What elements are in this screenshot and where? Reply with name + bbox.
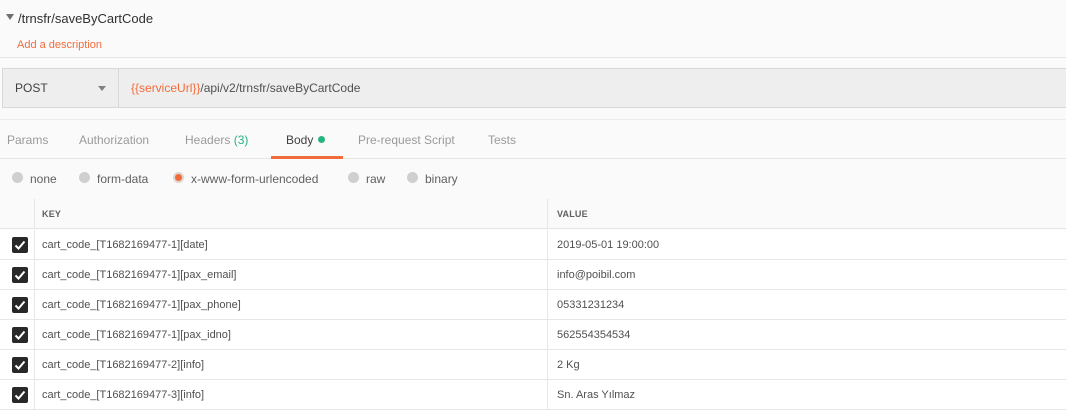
- tab-prerequest-script[interactable]: Pre-request Script: [358, 120, 455, 159]
- table-header-row: KEY VALUE: [0, 199, 1066, 229]
- row-key-input[interactable]: cart_code_[T1682169477-3][info]: [35, 380, 548, 409]
- tab-tests[interactable]: Tests: [488, 120, 516, 159]
- method-select[interactable]: POST: [3, 69, 119, 107]
- method-label: POST: [15, 81, 48, 95]
- body-indicator-dot: [318, 136, 326, 143]
- row-check-cell: [0, 350, 35, 379]
- active-tab-underline: [271, 156, 343, 159]
- chevron-down-icon: [98, 86, 106, 91]
- radio-form-data[interactable]: [79, 172, 90, 183]
- caret-down-icon[interactable]: [6, 14, 14, 20]
- row-check-cell: [0, 290, 35, 319]
- radio-none[interactable]: [12, 172, 23, 183]
- table-row: cart_code_[T1682169477-1][pax_email] info…: [0, 260, 1066, 290]
- checkbox-checked-icon[interactable]: [12, 357, 28, 373]
- url-bar: POST {{serviceUrl}}/api/v2/trnsfr/saveBy…: [2, 68, 1066, 108]
- row-check-cell: [0, 320, 35, 349]
- header-check-cell: [0, 199, 35, 228]
- checkbox-checked-icon[interactable]: [12, 297, 28, 313]
- body-type-radios: none form-data x-www-form-urlencoded raw…: [0, 168, 1066, 192]
- radio-form-data-label[interactable]: form-data: [97, 172, 148, 186]
- column-header-value: VALUE: [557, 209, 588, 219]
- row-check-cell: [0, 380, 35, 409]
- tab-body[interactable]: Body: [286, 120, 326, 159]
- tab-headers[interactable]: Headers (3): [185, 120, 248, 159]
- request-tabs: Params Authorization Headers (3) Body Pr…: [0, 119, 1066, 159]
- radio-urlencoded-label[interactable]: x-www-form-urlencoded: [191, 172, 318, 186]
- column-header-key: KEY: [35, 199, 548, 228]
- row-check-cell: [0, 260, 35, 289]
- row-key-input[interactable]: cart_code_[T1682169477-1][pax_phone]: [35, 290, 548, 319]
- row-check-cell: [0, 230, 35, 259]
- table-row: cart_code_[T1682169477-1][date] 2019-05-0…: [0, 230, 1066, 260]
- radio-urlencoded[interactable]: [173, 172, 184, 183]
- row-value-input[interactable]: 2 Kg: [549, 350, 1066, 379]
- table-row: cart_code_[T1682169477-1][pax_idno] 56255…: [0, 320, 1066, 350]
- row-value-input[interactable]: 2019-05-01 19:00:00: [549, 230, 1066, 259]
- tab-authorization[interactable]: Authorization: [79, 120, 149, 159]
- table-row: cart_code_[T1682169477-3][info] Sn. Aras …: [0, 380, 1066, 410]
- row-value-input[interactable]: 562554354534: [549, 320, 1066, 349]
- row-key-input[interactable]: cart_code_[T1682169477-2][info]: [35, 350, 548, 379]
- row-value-input[interactable]: info@poibil.com: [549, 260, 1066, 289]
- checkbox-checked-icon[interactable]: [12, 267, 28, 283]
- url-path: /api/v2/trnsfr/saveByCartCode: [200, 81, 361, 95]
- table-row: cart_code_[T1682169477-1][pax_phone] 0533…: [0, 290, 1066, 320]
- url-variable: {{serviceUrl}}: [131, 81, 201, 95]
- add-description-link[interactable]: Add a description: [17, 39, 102, 51]
- row-value-input[interactable]: Sn. Aras Yılmaz: [549, 380, 1066, 409]
- tab-body-label: Body: [286, 133, 314, 147]
- checkbox-checked-icon[interactable]: [12, 387, 28, 403]
- tab-params[interactable]: Params: [7, 120, 48, 159]
- table-row: cart_code_[T1682169477-2][info] 2 Kg: [0, 350, 1066, 380]
- radio-none-label[interactable]: none: [30, 172, 57, 186]
- request-name[interactable]: /trnsfr/saveByCartCode: [18, 11, 153, 26]
- radio-raw-label[interactable]: raw: [366, 172, 385, 186]
- headers-count: (3): [233, 133, 249, 147]
- radio-binary-label[interactable]: binary: [425, 172, 458, 186]
- checkbox-checked-icon[interactable]: [12, 327, 28, 343]
- row-value-input[interactable]: 05331231234: [549, 290, 1066, 319]
- tab-headers-label: Headers: [185, 133, 231, 147]
- radio-raw[interactable]: [348, 172, 359, 183]
- row-key-input[interactable]: cart_code_[T1682169477-1][pax_idno]: [35, 320, 548, 349]
- radio-binary[interactable]: [407, 172, 418, 183]
- row-key-input[interactable]: cart_code_[T1682169477-1][pax_email]: [35, 260, 548, 289]
- row-key-input[interactable]: cart_code_[T1682169477-1][date]: [35, 230, 548, 259]
- checkbox-checked-icon[interactable]: [12, 237, 28, 253]
- url-input[interactable]: {{serviceUrl}}/api/v2/trnsfr/saveByCartC…: [120, 69, 1066, 107]
- request-header: /trnsfr/saveByCartCode Add a description: [0, 0, 1066, 58]
